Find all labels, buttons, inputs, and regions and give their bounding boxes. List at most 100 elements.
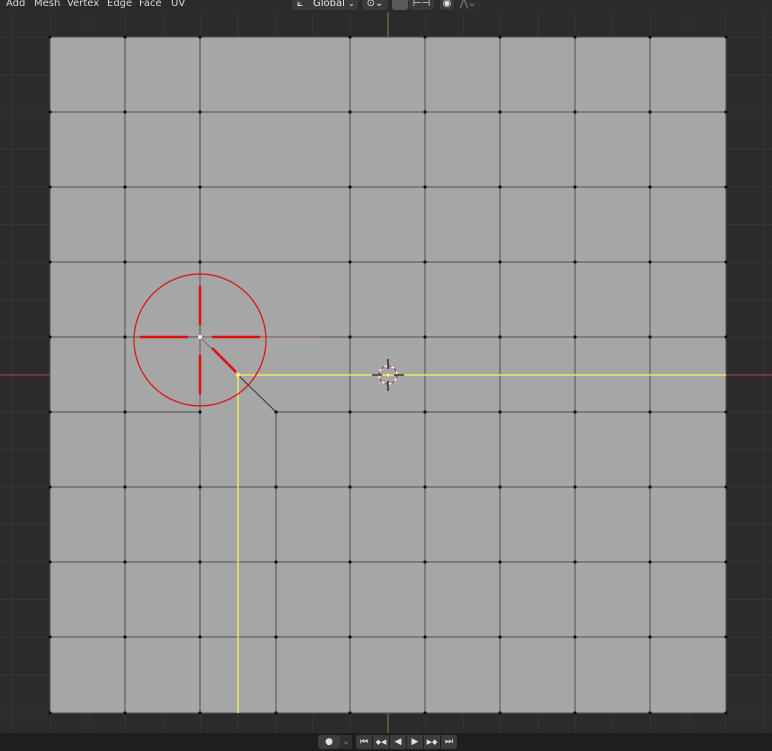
snap-toggle[interactable]: ⌒ xyxy=(392,0,408,10)
mesh-vertex[interactable] xyxy=(48,335,52,339)
mesh-vertex[interactable] xyxy=(724,260,728,264)
mesh-vertex[interactable] xyxy=(348,410,352,414)
mesh-vertex[interactable] xyxy=(48,410,52,414)
mesh-vertex[interactable] xyxy=(724,110,728,114)
proportional-falloff-dropdown[interactable]: ⋀⌄ xyxy=(456,0,480,10)
mesh-vertex[interactable] xyxy=(573,485,577,489)
mesh-vertex[interactable] xyxy=(348,485,352,489)
menu-face[interactable]: Face xyxy=(139,0,162,9)
snap-target-dropdown[interactable]: ⊢⊣ xyxy=(409,0,434,10)
mesh-vertex[interactable] xyxy=(198,711,202,715)
mesh-vertex[interactable] xyxy=(573,711,577,715)
mesh-vertex[interactable] xyxy=(648,635,652,639)
menu-vertex[interactable]: Vertex xyxy=(67,0,99,9)
mesh-vertex[interactable] xyxy=(498,410,502,414)
mesh-vertex[interactable] xyxy=(348,260,352,264)
mesh-vertex[interactable] xyxy=(498,485,502,489)
play-reverse-button[interactable]: ◀ xyxy=(390,735,406,749)
mesh-vertex[interactable] xyxy=(498,260,502,264)
mesh-vertex[interactable] xyxy=(648,410,652,414)
mesh-vertex[interactable] xyxy=(123,485,127,489)
mesh-vertex[interactable] xyxy=(724,185,728,189)
play-button[interactable]: ▶ xyxy=(407,735,423,749)
mesh-vertex[interactable] xyxy=(274,485,278,489)
mesh-vertex[interactable] xyxy=(48,485,52,489)
mesh-vertex[interactable] xyxy=(123,35,127,39)
mesh-vertex[interactable] xyxy=(573,35,577,39)
mesh-vertex[interactable] xyxy=(423,260,427,264)
mesh-vertex[interactable] xyxy=(724,711,728,715)
mesh-vertex[interactable] xyxy=(198,410,202,414)
mesh-vertex[interactable] xyxy=(48,711,52,715)
mesh-vertex[interactable] xyxy=(498,560,502,564)
mesh-vertex[interactable] xyxy=(423,410,427,414)
mesh-vertex[interactable] xyxy=(123,711,127,715)
mesh-vertex[interactable] xyxy=(123,410,127,414)
mesh-vertex[interactable] xyxy=(123,635,127,639)
mesh-vertex[interactable] xyxy=(274,560,278,564)
mesh-vertex[interactable] xyxy=(348,110,352,114)
mesh-vertex[interactable] xyxy=(648,35,652,39)
mesh-vertex[interactable] xyxy=(348,560,352,564)
jump-end-button[interactable]: ⏭ xyxy=(441,735,457,749)
mesh-vertex[interactable] xyxy=(48,260,52,264)
mesh-vertex[interactable] xyxy=(198,260,202,264)
mesh-vertex[interactable] xyxy=(423,711,427,715)
mesh-vertex[interactable] xyxy=(498,185,502,189)
mesh-vertex[interactable] xyxy=(724,560,728,564)
mesh-vertex[interactable] xyxy=(573,410,577,414)
mesh-vertex[interactable] xyxy=(648,260,652,264)
mesh-vertex[interactable] xyxy=(573,110,577,114)
menu-uv[interactable]: UV xyxy=(171,0,185,9)
mesh-vertex[interactable] xyxy=(198,635,202,639)
mesh-vertex[interactable] xyxy=(198,35,202,39)
mesh-vertex[interactable] xyxy=(573,635,577,639)
mesh-vertex[interactable] xyxy=(573,260,577,264)
mesh-vertex[interactable] xyxy=(123,260,127,264)
transform-orientation-dropdown[interactable]: ⟀ Global ⌄ xyxy=(292,0,358,10)
mesh-vertex[interactable] xyxy=(423,35,427,39)
mesh-vertex[interactable] xyxy=(724,335,728,339)
mesh-vertex[interactable] xyxy=(724,635,728,639)
mesh-vertex[interactable] xyxy=(573,560,577,564)
mesh-vertex[interactable] xyxy=(724,35,728,39)
mesh-vertex[interactable] xyxy=(48,110,52,114)
mesh-vertex[interactable] xyxy=(348,185,352,189)
mesh-vertex[interactable] xyxy=(648,185,652,189)
mesh-vertex[interactable] xyxy=(498,110,502,114)
selected-vertex[interactable] xyxy=(235,372,241,378)
mesh-vertex[interactable] xyxy=(198,560,202,564)
mesh-vertex[interactable] xyxy=(573,335,577,339)
mesh-vertex[interactable] xyxy=(348,35,352,39)
mesh-vertex[interactable] xyxy=(348,635,352,639)
mesh-vertex[interactable] xyxy=(423,560,427,564)
mesh-vertex[interactable] xyxy=(423,110,427,114)
mesh-vertex[interactable] xyxy=(348,711,352,715)
mesh-vertex[interactable] xyxy=(724,410,728,414)
pivot-point-dropdown[interactable]: ⊙⌄ xyxy=(362,0,388,10)
mesh-vertex[interactable] xyxy=(498,711,502,715)
mesh-vertex[interactable] xyxy=(274,635,278,639)
mesh-vertex[interactable] xyxy=(123,560,127,564)
next-keyframe-button[interactable]: ▶◆ xyxy=(424,735,440,749)
mesh-vertex[interactable] xyxy=(123,335,127,339)
mesh-vertex[interactable] xyxy=(123,185,127,189)
mesh-vertex[interactable] xyxy=(498,635,502,639)
mesh-vertex[interactable] xyxy=(648,110,652,114)
mesh-vertex[interactable] xyxy=(423,485,427,489)
record-button[interactable]: ● xyxy=(318,735,340,749)
mesh-vertex[interactable] xyxy=(423,635,427,639)
mesh-vertex[interactable] xyxy=(648,711,652,715)
jump-start-button[interactable]: ⏮ xyxy=(356,735,372,749)
mesh-vertex[interactable] xyxy=(498,35,502,39)
mesh-vertex[interactable] xyxy=(274,410,278,414)
mesh-vertex[interactable] xyxy=(573,185,577,189)
mesh-vertex[interactable] xyxy=(48,560,52,564)
mesh-vertex[interactable] xyxy=(724,485,728,489)
mesh-vertex[interactable] xyxy=(423,335,427,339)
proportional-edit-toggle[interactable]: ◉ xyxy=(440,0,454,10)
mesh-vertex[interactable] xyxy=(498,335,502,339)
menu-mesh[interactable]: Mesh xyxy=(34,0,60,9)
menu-add[interactable]: Add xyxy=(6,0,25,9)
mesh-vertex[interactable] xyxy=(198,110,202,114)
